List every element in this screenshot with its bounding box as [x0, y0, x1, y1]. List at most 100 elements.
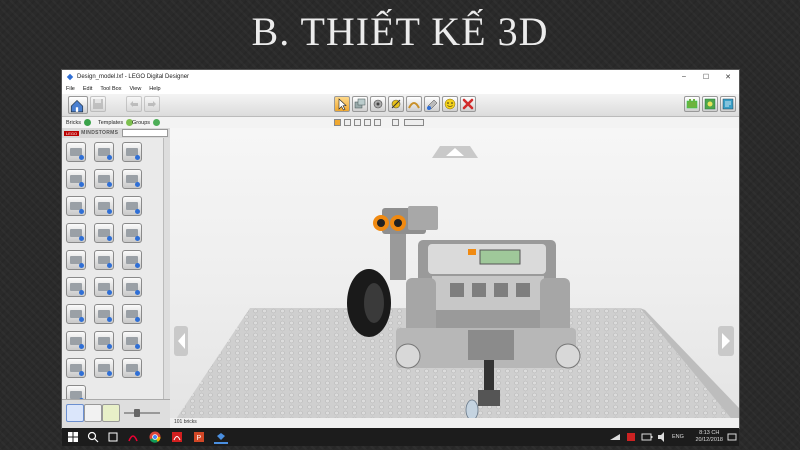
palette-scrollbar[interactable]: [163, 138, 170, 400]
powerpoint-icon[interactable]: P: [192, 430, 206, 444]
brick-item[interactable]: [66, 304, 86, 324]
hinge-tool-button[interactable]: [370, 96, 386, 112]
brick-item[interactable]: [66, 169, 86, 189]
group-icon: [153, 119, 161, 126]
volume-icon[interactable]: [656, 430, 670, 444]
view-mode-button[interactable]: [702, 96, 718, 112]
shape-select-button[interactable]: [364, 119, 371, 126]
brick-item[interactable]: [66, 358, 86, 378]
brick-item[interactable]: [122, 169, 142, 189]
brick-item[interactable]: [94, 304, 114, 324]
brick-item[interactable]: [66, 196, 86, 216]
brick-item[interactable]: [94, 196, 114, 216]
acrobat-reader-icon[interactable]: [170, 430, 184, 444]
minimize-button[interactable]: –: [673, 73, 695, 81]
color-select-button[interactable]: [354, 119, 361, 126]
palette-footer: [62, 399, 170, 428]
tab-bricks[interactable]: Bricks: [66, 119, 91, 126]
undo-button[interactable]: [126, 96, 142, 112]
antivirus-icon[interactable]: [624, 430, 638, 444]
hinge-align-tool-button[interactable]: [388, 96, 404, 112]
brick-item[interactable]: [94, 169, 114, 189]
task-view-icon[interactable]: [106, 430, 120, 444]
menu-file[interactable]: File: [62, 86, 79, 92]
invert-select-button[interactable]: [374, 119, 381, 126]
menu-help[interactable]: Help: [145, 86, 164, 92]
instructions-mode-button[interactable]: [720, 96, 736, 112]
lego-app-icon: [66, 73, 74, 81]
save-button[interactable]: [90, 96, 106, 112]
flex-tool-button[interactable]: [406, 96, 422, 112]
brick-item[interactable]: [66, 277, 86, 297]
single-select-button[interactable]: [334, 119, 341, 126]
select-extra-button[interactable]: [392, 119, 399, 126]
hide-tool-button[interactable]: [442, 96, 458, 112]
home-button[interactable]: [68, 96, 88, 114]
palette-color-button[interactable]: [84, 404, 102, 422]
clock-time: 8:13 CH: [699, 430, 720, 436]
acrobat-icon[interactable]: [126, 430, 140, 444]
brick-item[interactable]: [122, 331, 142, 351]
brick-item[interactable]: [122, 304, 142, 324]
brick-item[interactable]: [66, 223, 86, 243]
brick-item[interactable]: [122, 196, 142, 216]
select-tool-button[interactable]: [334, 96, 350, 112]
3d-viewport[interactable]: [170, 128, 739, 428]
brick-item[interactable]: [122, 250, 142, 270]
zoom-slider-handle[interactable]: [134, 409, 140, 417]
main-toolbar: [62, 94, 739, 117]
redo-button[interactable]: [144, 96, 160, 112]
menu-view[interactable]: View: [125, 86, 145, 92]
brick-icon: [83, 119, 91, 126]
app-window: Design_model.lxf - LEGO Digital Designer…: [62, 70, 739, 428]
tab-templates[interactable]: Templates: [98, 119, 134, 126]
clone-icon: [354, 98, 366, 109]
clock-date: 20/12/2018: [695, 437, 723, 443]
battery-icon: [641, 433, 653, 441]
delete-tool-button[interactable]: [460, 96, 476, 112]
notification-icon[interactable]: [725, 430, 739, 444]
palette-filter-button[interactable]: [102, 404, 120, 422]
connected-select-button[interactable]: [344, 119, 351, 126]
lego-designer-taskbar-icon[interactable]: [214, 430, 228, 444]
palette-view-button[interactable]: [66, 404, 84, 422]
brick-item[interactable]: [122, 358, 142, 378]
brick-item[interactable]: [94, 358, 114, 378]
brick-item[interactable]: [94, 331, 114, 351]
chrome-icon[interactable]: [148, 430, 162, 444]
brick-item[interactable]: [66, 331, 86, 351]
zoom-slider[interactable]: [124, 412, 160, 414]
menu-edit[interactable]: Edit: [79, 86, 96, 92]
status-bar: 101 bricks: [170, 418, 739, 428]
save-icon: [93, 99, 103, 109]
clone-tool-button[interactable]: [352, 96, 368, 112]
brick-item[interactable]: [122, 223, 142, 243]
brick-item[interactable]: [94, 223, 114, 243]
brick-item[interactable]: [66, 250, 86, 270]
brick-item[interactable]: [94, 277, 114, 297]
brick-item[interactable]: [122, 142, 142, 162]
redo-icon: [148, 101, 156, 107]
maximize-button[interactable]: ☐: [695, 73, 717, 81]
language-indicator[interactable]: ENG: [672, 434, 684, 440]
brick-item[interactable]: [66, 142, 86, 162]
paint-tool-button[interactable]: [424, 96, 440, 112]
brick-item[interactable]: [94, 250, 114, 270]
brick-item[interactable]: [122, 277, 142, 297]
search-icon[interactable]: [86, 430, 100, 444]
menu-bar: File Edit Tool Box View Help: [62, 84, 739, 94]
network-icon[interactable]: [608, 430, 622, 444]
close-button[interactable]: ✕: [717, 73, 739, 81]
caster-block: [478, 390, 500, 406]
undo-icon: [130, 101, 138, 107]
system-clock[interactable]: 8:13 CH 20/12/2018: [695, 430, 723, 444]
palette-search-input[interactable]: [122, 129, 169, 137]
build-mode-button[interactable]: [684, 96, 700, 112]
windows-start-icon[interactable]: [66, 430, 80, 444]
select-dropdown[interactable]: [404, 119, 424, 126]
brick-item[interactable]: [94, 142, 114, 162]
3d-scene[interactable]: [170, 128, 739, 428]
tab-groups[interactable]: Groups: [132, 119, 161, 126]
menu-toolbox[interactable]: Tool Box: [96, 86, 125, 92]
nxt-button: [468, 249, 476, 255]
